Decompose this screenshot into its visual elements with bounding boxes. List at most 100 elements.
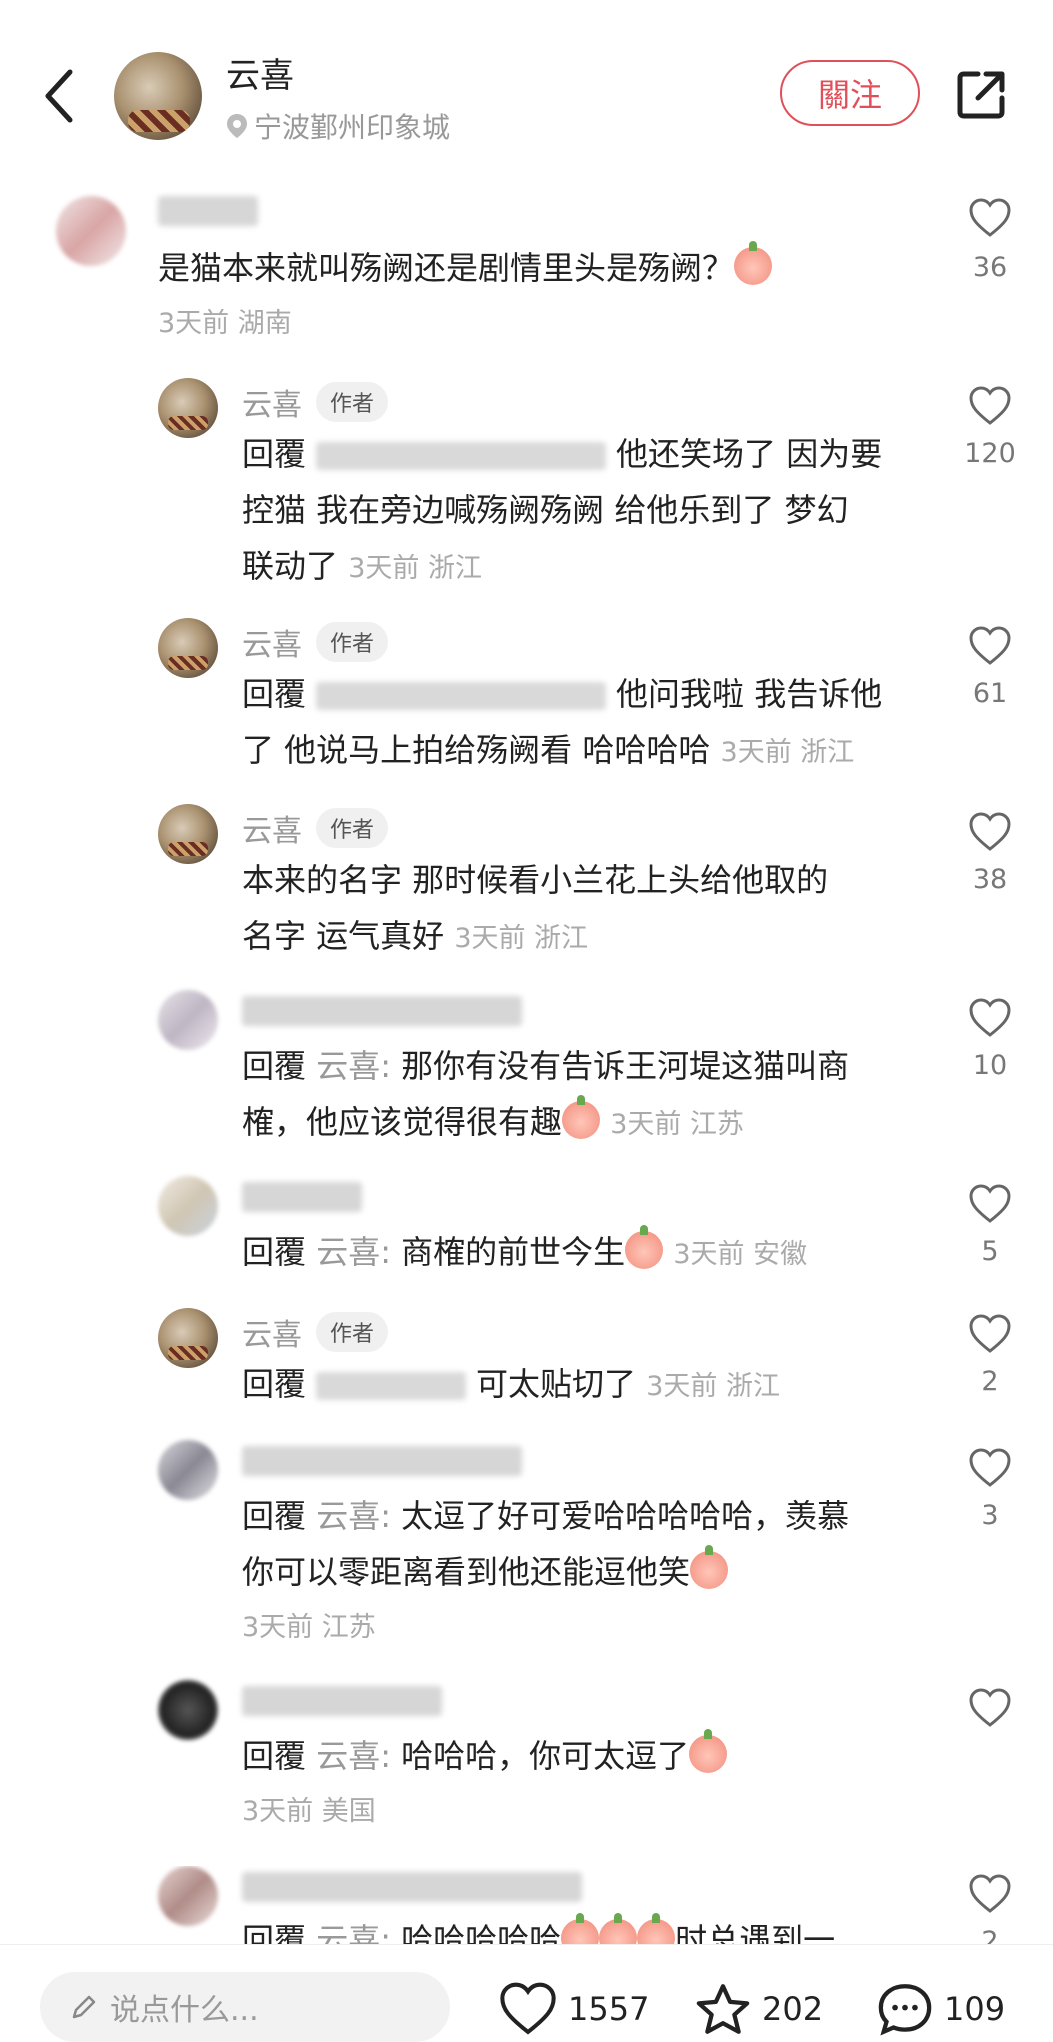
reply-text-line: 联动了 3天前 浙江 bbox=[242, 547, 482, 585]
heart-icon bbox=[969, 1314, 1011, 1353]
reply-text[interactable]: 回覆 云喜: 那你有没有告诉王河堤这猫叫商 bbox=[242, 1038, 849, 1094]
share-icon bbox=[957, 71, 1005, 119]
author-tag: 作者 bbox=[316, 622, 389, 662]
author-tag: 作者 bbox=[316, 808, 389, 848]
replier-name[interactable] bbox=[242, 1872, 582, 1902]
like-button[interactable] bbox=[968, 626, 1012, 666]
crying-emoji-icon bbox=[689, 1729, 728, 1773]
reply-text-line: 控猫 我在旁边喊殇阙殇阙 给他乐到了 梦幻 bbox=[242, 491, 849, 529]
like-post-button[interactable]: 1557 bbox=[498, 1982, 649, 2036]
like-button[interactable] bbox=[968, 1448, 1012, 1488]
replier-name[interactable] bbox=[242, 1446, 522, 1476]
heart-icon bbox=[969, 1184, 1011, 1223]
replier-name[interactable] bbox=[242, 1182, 362, 1212]
replier-name[interactable] bbox=[242, 996, 522, 1026]
crying-emoji-icon bbox=[561, 1913, 600, 1944]
like-button[interactable] bbox=[968, 1314, 1012, 1354]
reply-text[interactable]: 回覆 他问我啦 我告诉他 bbox=[242, 666, 882, 722]
crying-emoji-icon bbox=[599, 1913, 638, 1944]
comment-input[interactable]: 说点什么... bbox=[40, 1972, 450, 2042]
reply-text-line: 榷，他应该觉得很有趣 3天前 江苏 bbox=[242, 1095, 744, 1141]
replier-avatar[interactable] bbox=[158, 1680, 218, 1740]
like-count: 36 bbox=[972, 252, 1008, 283]
like-button[interactable] bbox=[968, 1874, 1012, 1914]
like-button[interactable] bbox=[968, 386, 1012, 426]
peach-emoji-icon bbox=[562, 1095, 601, 1139]
favorite-button[interactable]: 202 bbox=[694, 1982, 823, 2036]
crying-emoji-icon bbox=[734, 241, 773, 285]
like-button[interactable] bbox=[968, 998, 1012, 1038]
reply-text[interactable]: 回覆 云喜: 哈哈哈哈哈 时总遇到一 bbox=[242, 1912, 835, 1944]
reply-to-name[interactable]: 云喜: bbox=[316, 1047, 391, 1085]
heart-icon bbox=[969, 1448, 1011, 1487]
reply-meta: 3天前 江苏 bbox=[610, 1109, 744, 1140]
location-label: 宁波鄞州印象城 bbox=[254, 111, 451, 144]
like-count: 2 bbox=[981, 1366, 999, 1397]
reply-text[interactable]: 本来的名字 那时候看小兰花上头给他取的 bbox=[242, 852, 828, 908]
heart-icon bbox=[969, 386, 1011, 425]
heart-icon bbox=[969, 998, 1011, 1037]
commenter-name[interactable] bbox=[158, 196, 258, 226]
comment-meta: 3天前 湖南 bbox=[158, 308, 292, 339]
pencil-icon bbox=[72, 1995, 96, 2019]
reply-to-name[interactable]: 云喜: bbox=[316, 1737, 391, 1775]
like-button[interactable] bbox=[968, 1184, 1012, 1224]
reply-author-name[interactable]: 云喜 作者 bbox=[242, 806, 389, 850]
like-button[interactable] bbox=[968, 812, 1012, 852]
reply-text[interactable]: 回覆 他还笑场了 因为要 bbox=[242, 426, 882, 482]
author-reply-avatar[interactable] bbox=[158, 1308, 218, 1368]
reply-meta: 3天前 浙江 bbox=[720, 737, 855, 768]
author-reply-avatar[interactable] bbox=[158, 804, 218, 864]
replier-name[interactable] bbox=[242, 1686, 442, 1716]
location[interactable]: 宁波鄞州印象城 bbox=[226, 106, 450, 146]
chevron-left-icon bbox=[45, 69, 73, 123]
commenter-avatar[interactable] bbox=[56, 196, 126, 266]
crying-emoji-icon bbox=[637, 1913, 676, 1944]
reply-item: 回覆 云喜: 哈哈哈哈哈 时总遇到一 2 bbox=[0, 1866, 1053, 1944]
reply-author-name[interactable]: 云喜 作者 bbox=[242, 380, 389, 424]
follow-button[interactable]: 關注 bbox=[780, 60, 920, 126]
reply-text[interactable]: 回覆 云喜: 商榷的前世今生 3天前 安徽 bbox=[242, 1224, 807, 1283]
share-button[interactable] bbox=[954, 68, 1008, 122]
reply-to-name[interactable]: 云喜: bbox=[316, 1497, 391, 1535]
reply-meta: 3天前 安徽 bbox=[673, 1239, 808, 1270]
reply-text[interactable]: 回覆 可太贴切了 3天前 浙江 bbox=[242, 1356, 780, 1415]
replier-avatar[interactable] bbox=[158, 990, 218, 1050]
favorite-count: 202 bbox=[762, 1990, 824, 2028]
author-name[interactable]: 云喜 bbox=[226, 48, 294, 97]
replier-avatar[interactable] bbox=[158, 1440, 218, 1500]
star-icon bbox=[696, 1984, 750, 2034]
reply-meta: 3天前 江苏 bbox=[242, 1612, 376, 1643]
author-avatar[interactable] bbox=[114, 52, 202, 140]
back-button[interactable] bbox=[40, 66, 80, 126]
author-reply-avatar[interactable] bbox=[158, 378, 218, 438]
heart-icon bbox=[969, 626, 1011, 665]
reply-meta: 3天前 浙江 bbox=[646, 1371, 780, 1402]
reply-author-name[interactable]: 云喜 作者 bbox=[242, 1310, 389, 1354]
reply-to-name[interactable]: 云喜: bbox=[316, 1233, 391, 1271]
comment-bubble-icon bbox=[878, 1984, 932, 2036]
heart-icon bbox=[969, 1688, 1011, 1727]
reply-text[interactable]: 回覆 云喜: 太逗了好可爱哈哈哈哈哈，羡慕 bbox=[242, 1488, 849, 1544]
like-count: 120 bbox=[964, 438, 1016, 469]
peach-emoji-icon bbox=[690, 1545, 729, 1589]
comment-button[interactable]: 109 bbox=[876, 1982, 1005, 2036]
like-count: 10 bbox=[972, 1050, 1008, 1081]
reply-meta: 3天前 浙江 bbox=[454, 923, 589, 954]
peach-emoji-icon bbox=[625, 1225, 664, 1269]
like-button[interactable] bbox=[968, 1688, 1012, 1728]
reply-text[interactable]: 回覆 云喜: 哈哈哈，你可太逗了 bbox=[242, 1728, 728, 1784]
author-tag: 作者 bbox=[316, 1312, 389, 1352]
replier-avatar[interactable] bbox=[158, 1176, 218, 1236]
comment-text[interactable]: 是猫本来就叫殇阙还是剧情里头是殇阙？ bbox=[158, 240, 773, 296]
reply-text-line: 名字 运气真好 3天前 浙江 bbox=[242, 917, 589, 955]
author-reply-avatar[interactable] bbox=[158, 618, 218, 678]
post-like-count: 1557 bbox=[568, 1990, 650, 2028]
reply-author-name[interactable]: 云喜 作者 bbox=[242, 620, 389, 664]
like-button[interactable] bbox=[968, 198, 1012, 238]
reply-to-name[interactable]: 云喜: bbox=[316, 1921, 391, 1944]
like-count: 38 bbox=[972, 864, 1008, 895]
reply-text-line: 你可以零距离看到他还能逗他笑 bbox=[242, 1544, 729, 1600]
replier-avatar[interactable] bbox=[158, 1866, 218, 1926]
like-count: 5 bbox=[981, 1236, 999, 1267]
